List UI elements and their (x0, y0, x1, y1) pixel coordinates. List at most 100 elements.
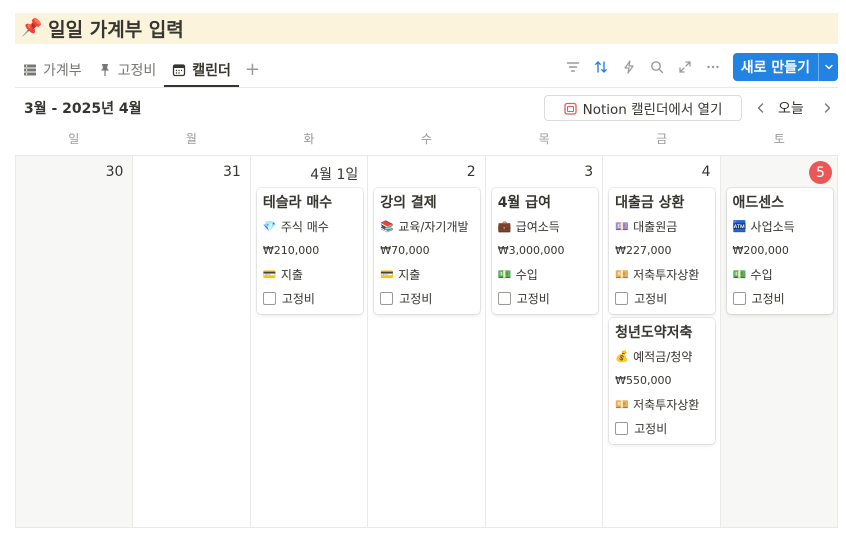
expand-icon[interactable] (671, 53, 699, 81)
fixed-cost-toggle[interactable]: 고정비 (262, 286, 357, 310)
chevron-right-icon[interactable] (818, 97, 836, 119)
day-number: 31 (223, 164, 241, 180)
fixed-cost-label: 고정비 (281, 291, 315, 306)
calendar-grid: 30 31 4월 1일 테슬라 매수 💎 주식 매수 ₩210,000 💳 지출 고… (15, 155, 838, 528)
tab-calendar[interactable]: 캘린더 (164, 52, 239, 87)
event-card[interactable]: 청년도약저축 💰 예적금/청약 ₩550,000 💴 저축투자상환 고정비 (609, 318, 716, 444)
fixed-cost-toggle[interactable]: 고정비 (615, 416, 709, 440)
page-title[interactable]: 일일 가계부 입력 (48, 15, 184, 42)
credit-card-icon: 💳 (262, 267, 277, 281)
day-cell[interactable]: 31 (133, 156, 251, 527)
banknote-icon: 💵 (497, 267, 512, 281)
category-label: 주식 매수 (280, 219, 329, 234)
table-icon (24, 64, 36, 75)
type-label: 수입 (750, 267, 773, 282)
lightning-icon[interactable] (615, 53, 643, 81)
event-card[interactable]: 애드센스 🏧 사업소득 ₩200,000 💵 수입 고정비 (726, 188, 833, 314)
day-cell[interactable]: 4월 1일 테슬라 매수 💎 주식 매수 ₩210,000 💳 지출 고정비 (251, 156, 369, 527)
event-amount: ₩550,000 (615, 373, 672, 387)
gem-icon: 💎 (262, 219, 277, 233)
type-tag: 💴 저축투자상환 (615, 262, 709, 286)
pin-icon (100, 63, 109, 76)
type-tag: 💳 지출 (380, 262, 474, 286)
event-title: 애드센스 (732, 195, 785, 211)
fixed-cost-toggle[interactable]: 고정비 (615, 286, 709, 310)
weekday-label: 화 (303, 132, 315, 146)
checkbox[interactable] (380, 291, 394, 305)
day-cell[interactable]: 4 대출금 상환 💷 대출원금 ₩227,000 💴 저축투자상환 고정비 청년도약… (603, 156, 721, 527)
event-card[interactable]: 4월 급여 💼 급여소득 ₩3,000,000 💵 수입 고정비 (491, 188, 598, 314)
event-amount: ₩210,000 (262, 243, 320, 257)
day-cell[interactable]: 30 (16, 156, 134, 527)
new-button-label: 새로 만들기 (740, 60, 810, 76)
page-title-bar: 📌 일일 가계부 입력 (15, 13, 838, 44)
atm-icon: 🏧 (732, 219, 747, 233)
event-card[interactable]: 대출금 상환 💷 대출원금 ₩227,000 💴 저축투자상환 고정비 (609, 188, 716, 314)
checkbox[interactable] (615, 291, 629, 305)
day-number: 4 (701, 164, 711, 180)
day-number: 4월 1일 (310, 167, 359, 183)
weekday-label: 수 (421, 132, 433, 146)
type-tag: 💵 수입 (498, 262, 592, 286)
today-button[interactable]: 오늘 (778, 98, 804, 118)
type-label: 지출 (280, 267, 303, 282)
weekday-label: 목 (538, 132, 550, 146)
banknote-icon: 💴 (615, 267, 629, 281)
checkbox[interactable] (497, 291, 511, 305)
pushpin-icon: 📌 (21, 18, 43, 38)
chevron-down-icon[interactable] (818, 53, 838, 81)
category-tag: 📚 교육/자기개발 (380, 214, 474, 238)
more-icon[interactable] (699, 53, 727, 81)
add-view-icon[interactable]: + (239, 52, 266, 87)
tabs-divider (15, 87, 838, 88)
day-cell[interactable]: 2 강의 결제 📚 교육/자기개발 ₩70,000 💳 지출 고정비 (368, 156, 486, 527)
event-card[interactable]: 테슬라 매수 💎 주식 매수 ₩210,000 💳 지출 고정비 (256, 188, 363, 314)
search-icon[interactable] (643, 53, 671, 81)
tab-fixed-costs[interactable]: 고정비 (90, 52, 165, 87)
fixed-cost-toggle[interactable]: 고정비 (497, 286, 592, 310)
event-amount: ₩227,000 (615, 243, 672, 257)
category-label: 대출원금 (633, 219, 678, 234)
fixed-cost-toggle[interactable]: 고정비 (732, 286, 827, 310)
category-tag: 💎 주식 매수 (263, 214, 357, 238)
books-icon: 📚 (380, 219, 394, 233)
tab-label: 가계부 (43, 62, 82, 79)
day-number: 30 (105, 164, 124, 180)
category-tag: 💼 급여소득 (498, 214, 592, 238)
checkbox[interactable] (732, 291, 746, 305)
type-tag: 💳 지출 (263, 262, 357, 286)
event-title: 4월 급여 (497, 195, 551, 211)
day-cell[interactable]: 5 애드센스 🏧 사업소득 ₩200,000 💵 수입 고정비 (720, 156, 837, 527)
filter-icon[interactable] (559, 53, 587, 81)
checkbox[interactable] (262, 291, 276, 305)
new-button[interactable]: 새로 만들기 (732, 53, 838, 81)
category-tag: 💰 예적금/청약 (615, 344, 709, 368)
open-in-calendar-button[interactable]: Notion 캘린더에서 열기 (544, 95, 742, 121)
weekday-label: 금 (656, 132, 668, 146)
type-label: 저축투자상환 (633, 397, 700, 412)
event-amount: ₩200,000 (732, 243, 789, 257)
type-tag: 💵 수입 (733, 262, 827, 286)
sort-icon[interactable] (587, 53, 615, 81)
day-cell[interactable]: 3 4월 급여 💼 급여소득 ₩3,000,000 💵 수입 고정비 (486, 156, 604, 527)
fixed-cost-label: 고정비 (634, 291, 668, 306)
open-in-calendar-label: Notion 캘린더에서 열기 (582, 102, 723, 118)
briefcase-icon: 💼 (497, 219, 512, 233)
date-range-label: 3월 - 2025년 4월 (24, 101, 142, 117)
event-card[interactable]: 강의 결제 📚 교육/자기개발 ₩70,000 💳 지출 고정비 (374, 188, 481, 314)
fixed-cost-toggle[interactable]: 고정비 (380, 286, 474, 310)
category-label: 예적금/청약 (633, 349, 693, 364)
event-title: 대출금 상환 (615, 195, 685, 211)
category-tag: 💷 대출원금 (615, 214, 709, 238)
weekday-label: 월 (185, 132, 197, 146)
category-label: 사업소득 (750, 219, 795, 234)
fixed-cost-label: 고정비 (516, 291, 550, 306)
fixed-cost-label: 고정비 (634, 421, 668, 436)
weekday-label: 토 (773, 132, 785, 146)
chevron-left-icon[interactable] (752, 97, 770, 119)
checkbox[interactable] (615, 421, 629, 435)
tab-ledger[interactable]: 가계부 (15, 52, 90, 87)
day-number: 2 (466, 164, 476, 180)
category-label: 교육/자기개발 (398, 219, 469, 234)
money-bag-icon: 💰 (615, 349, 629, 363)
